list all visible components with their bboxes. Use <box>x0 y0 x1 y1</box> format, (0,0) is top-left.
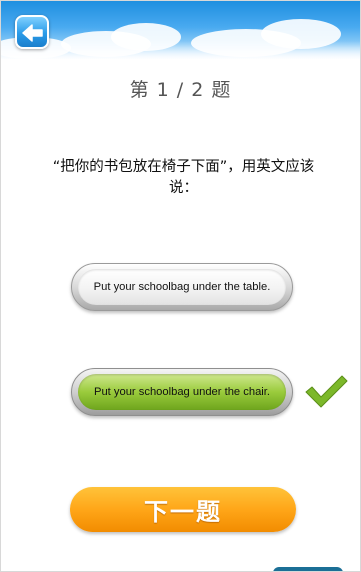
question-counter: 第 1 / 2 题 <box>129 79 232 101</box>
question-text: “把你的书包放在椅子下面”，用英文应该说： <box>52 159 315 196</box>
answer-option-2-label: Put your schoolbag under the chair. <box>78 374 286 410</box>
answer-option-1-label: Put your schoolbag under the table. <box>78 269 286 305</box>
checkmark-icon <box>305 375 348 408</box>
next-question-label: 下一题 <box>144 498 222 526</box>
quiz-screen: 第 1 / 2 题 “把你的书包放在椅子下面”，用英文应该说： Put your… <box>0 0 361 572</box>
answer-option-2[interactable]: Put your schoolbag under the chair. <box>71 368 293 416</box>
back-arrow-icon <box>22 24 43 42</box>
back-button[interactable] <box>15 15 49 49</box>
answer-option-1[interactable]: Put your schoolbag under the table. <box>71 263 293 311</box>
bottom-corner-tab <box>273 567 343 571</box>
sky-header <box>1 1 360 59</box>
next-question-button[interactable]: 下一题 <box>70 487 296 532</box>
